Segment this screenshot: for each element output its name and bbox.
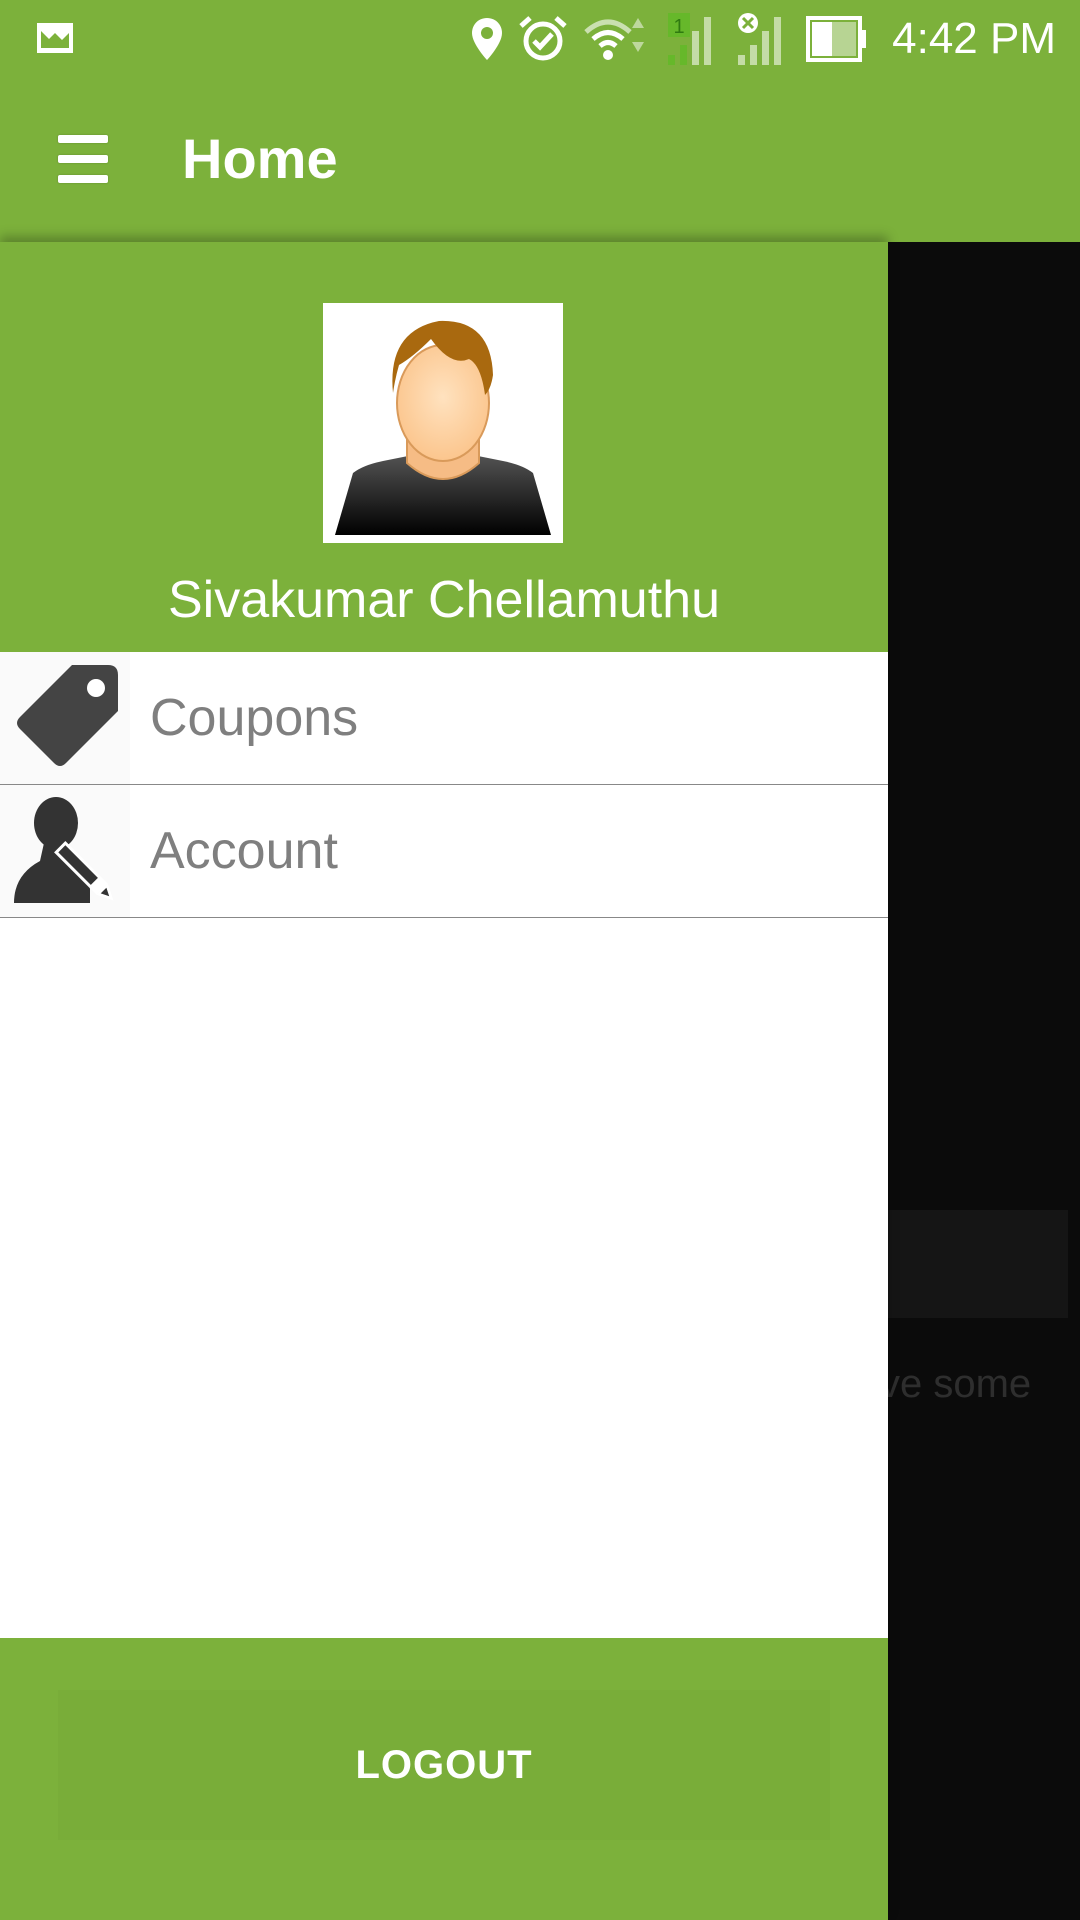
navigation-drawer: Sivakumar Chellamuthu Coupons Account LO… — [0, 242, 888, 1920]
page-title: Home — [182, 127, 338, 190]
signal-sim1-icon: 1 — [668, 13, 712, 65]
nav-item-account[interactable]: Account — [0, 785, 888, 918]
battery-icon — [806, 16, 867, 62]
status-icons: 1 4:42 PM — [470, 10, 1056, 68]
status-time: 4:42 PM — [892, 14, 1056, 63]
background-partial-text: ve some — [880, 1362, 1032, 1406]
nav-item-label: Account — [150, 822, 338, 880]
app-toolbar: Home — [0, 78, 1080, 242]
account-edit-icon — [0, 785, 130, 917]
user-avatar — [323, 303, 563, 543]
image-icon — [36, 22, 74, 54]
user-name: Sivakumar Chellamuthu — [167, 571, 721, 629]
svg-text:1: 1 — [674, 16, 685, 38]
nav-item-coupons[interactable]: Coupons — [0, 652, 888, 785]
nav-item-label: Coupons — [150, 689, 359, 747]
wifi-icon — [584, 18, 645, 60]
tag-icon — [0, 652, 130, 784]
location-icon — [472, 18, 503, 60]
status-bar: 1 4:42 PM — [0, 0, 1080, 78]
drawer-footer: LOGOUT — [0, 1638, 888, 1920]
alarm-icon — [519, 16, 567, 61]
background-card — [888, 1210, 1068, 1318]
hamburger-menu-icon[interactable] — [58, 131, 108, 187]
drawer-header: Sivakumar Chellamuthu — [0, 242, 888, 652]
logout-button[interactable]: LOGOUT — [58, 1690, 830, 1840]
signal-sim2-no-service-icon — [738, 13, 782, 65]
